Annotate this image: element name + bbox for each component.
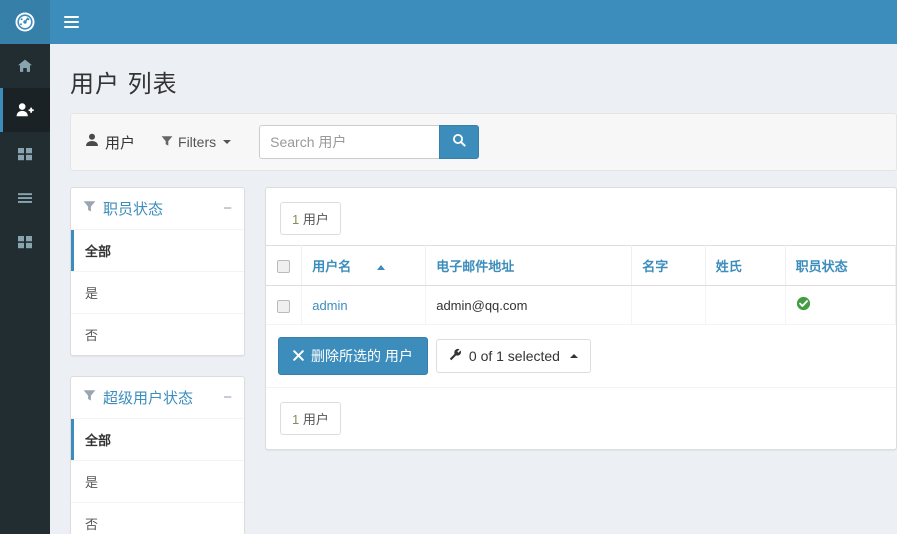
results-card: 1 用户 用户名 电子邮件地址 名字 姓氏 职员状态 admin admin@q… <box>265 187 897 450</box>
table-column: 1 用户 用户名 电子邮件地址 名字 姓氏 职员状态 admin admin@q… <box>265 187 897 534</box>
top-count-row: 1 用户 <box>266 188 896 245</box>
filter-option-yes[interactable]: 是 <box>71 461 244 503</box>
model-label-text: 用户 <box>105 134 136 152</box>
search-button[interactable] <box>439 125 480 159</box>
dashboard-tachometer-icon <box>13 10 37 34</box>
filter-title: 超级用户状态 <box>103 390 194 407</box>
bars-list-icon <box>17 190 33 206</box>
column-header-staff-status[interactable]: 职员状态 <box>785 245 897 286</box>
top-header <box>0 0 897 44</box>
sidebar-item-list[interactable] <box>0 176 50 220</box>
result-count-badge-bottom: 1 用户 <box>280 402 341 435</box>
result-count-unit: 用户 <box>302 212 329 227</box>
result-count-number-bottom: 1 <box>292 412 300 427</box>
filter-option-all[interactable]: 全部 <box>71 230 244 272</box>
delete-selected-button[interactable]: 删除所选的 用户 <box>278 337 428 375</box>
toolbar: 用户 Filters <box>70 113 897 171</box>
filter-panel-staff-status: 职员状态 − 全部 是 否 <box>70 187 245 356</box>
row-checkbox[interactable] <box>277 299 291 313</box>
selection-count-label: 0 of 1 selected <box>468 348 560 364</box>
bottom-count-row: 1 用户 <box>266 388 896 449</box>
search-group <box>259 125 480 159</box>
filters-column: 职员状态 − 全部 是 否 超级用户状态 − 全部 是 否 <box>70 187 245 534</box>
content-area: 用户 列表 用户 Filters Search 用户 职员状态 − 全部 是 否… <box>50 44 897 534</box>
cell-email: admin@qq.com <box>425 285 633 325</box>
column-header-email[interactable]: 电子邮件地址 <box>425 245 633 286</box>
collapse-toggle[interactable]: − <box>221 390 232 405</box>
filter-header: 职员状态 − <box>71 188 244 230</box>
table-header-row: 用户名 电子邮件地址 名字 姓氏 职员状态 <box>266 245 897 286</box>
main-row: 职员状态 − 全部 是 否 超级用户状态 − 全部 是 否 1 用户 用户名 电… <box>50 171 897 534</box>
search-input[interactable] <box>259 125 440 159</box>
column-header-first-name[interactable]: 名字 <box>631 245 706 286</box>
user-plus-icon <box>16 102 34 118</box>
filter-option-no[interactable]: 否 <box>71 503 244 534</box>
filter-title: 职员状态 <box>103 201 164 218</box>
caret-up-icon <box>569 354 578 358</box>
cell-staff-status <box>785 285 897 325</box>
filters-dropdown[interactable]: Filters <box>161 134 232 150</box>
users-table: 用户名 电子邮件地址 名字 姓氏 职员状态 admin admin@qq.com <box>266 245 897 325</box>
chevron-down-icon <box>223 140 232 144</box>
row-select-cell <box>266 285 303 325</box>
logo[interactable] <box>0 0 50 44</box>
collapse-toggle[interactable]: − <box>221 201 232 216</box>
filter-option-yes[interactable]: 是 <box>71 272 244 314</box>
result-count-number: 1 <box>292 212 300 227</box>
check-circle-green-icon <box>796 296 811 314</box>
column-header-last-name[interactable]: 姓氏 <box>705 245 786 286</box>
delete-selected-label: 删除所选的 用户 <box>311 348 413 364</box>
model-label: 用户 <box>85 132 135 153</box>
select-all-header <box>266 245 303 286</box>
grid-icon <box>17 234 33 250</box>
search-icon <box>452 133 466 152</box>
sort-ascending-icon <box>376 265 385 271</box>
page-title: 用户 列表 <box>70 71 178 98</box>
funnel-icon <box>161 134 173 150</box>
sidebar-item-home[interactable] <box>0 44 50 88</box>
filter-panel-superuser-status: 超级用户状态 − 全部 是 否 <box>70 376 245 534</box>
hamburger-menu-icon <box>63 13 79 31</box>
filter-option-no[interactable]: 否 <box>71 314 244 355</box>
result-count-badge: 1 用户 <box>280 202 341 235</box>
wrench-icon <box>449 348 462 364</box>
sidebar <box>0 44 50 534</box>
funnel-icon <box>83 389 96 407</box>
grid-icon <box>17 146 33 162</box>
bulk-actions-row: 删除所选的 用户 0 of 1 selected <box>266 325 896 388</box>
cell-first-name <box>631 285 706 325</box>
filter-option-all[interactable]: 全部 <box>71 419 244 461</box>
select-all-checkbox[interactable] <box>277 260 291 274</box>
result-count-unit-bottom: 用户 <box>302 412 329 427</box>
sidebar-item-users[interactable] <box>0 88 50 132</box>
sidebar-toggle-button[interactable] <box>50 0 92 44</box>
sidebar-item-grid-2[interactable] <box>0 220 50 264</box>
filters-label: Filters <box>178 134 217 150</box>
username-link[interactable]: admin <box>312 298 347 313</box>
column-header-username[interactable]: 用户名 <box>301 245 427 286</box>
navbar <box>50 0 897 44</box>
cell-last-name <box>705 285 786 325</box>
table-header: 用户名 电子邮件地址 名字 姓氏 职员状态 <box>266 245 897 286</box>
admin-page: 用户 列表 用户 Filters Search 用户 职员状态 − 全部 是 否… <box>0 0 897 534</box>
cell-username: admin <box>301 285 427 325</box>
sidebar-item-grid[interactable] <box>0 132 50 176</box>
home-icon <box>17 58 33 74</box>
filter-header: 超级用户状态 − <box>71 377 244 419</box>
times-icon <box>293 348 304 364</box>
user-icon <box>85 133 99 151</box>
column-header-username-label: 用户名 <box>312 259 352 274</box>
table-row: admin admin@qq.com <box>266 285 897 325</box>
table-body: admin admin@qq.com <box>266 285 897 325</box>
funnel-icon <box>83 200 96 218</box>
selection-dropdown-button[interactable]: 0 of 1 selected <box>435 339 591 373</box>
